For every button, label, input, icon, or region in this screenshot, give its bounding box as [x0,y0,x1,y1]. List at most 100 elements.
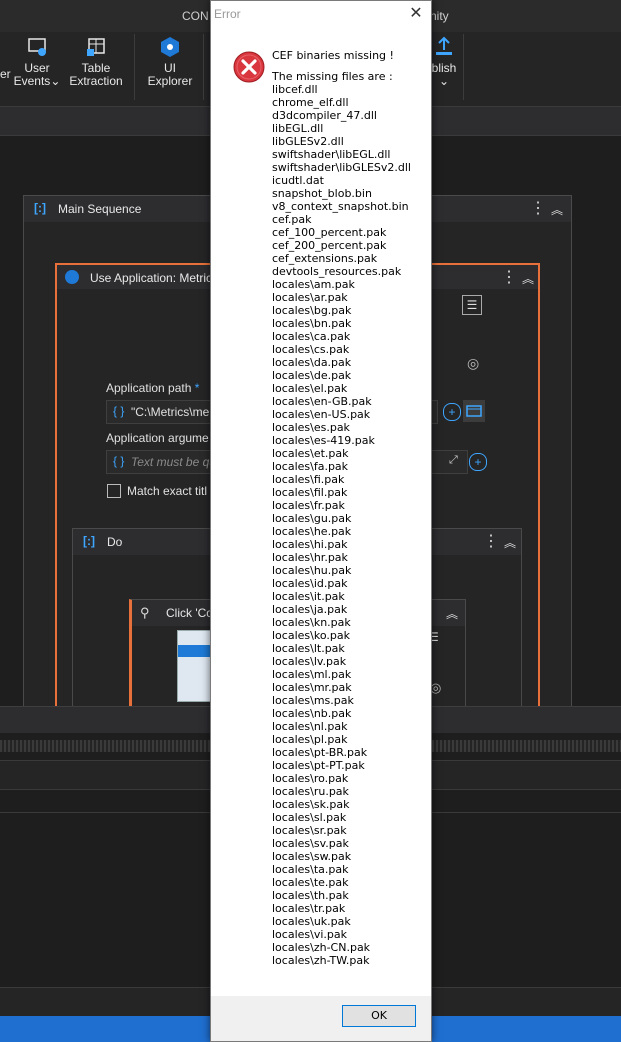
missing-file-item: locales\he.pak [272,525,352,538]
missing-file-item: locales\kn.pak [272,616,351,629]
click-icon: ⚲ [140,605,150,620]
missing-file-item: locales\zh-CN.pak [272,941,371,954]
missing-file-item: v8_context_snapshot.bin [272,200,409,213]
missing-file-item: locales\da.pak [272,356,352,369]
expand-icon[interactable]: ⤢ [449,454,458,467]
collapse-icon[interactable]: ︽ [446,605,458,622]
missing-file-item: locales\ta.pak [272,863,349,876]
missing-file-item: libEGL.dll [272,122,324,135]
browse-window-icon[interactable] [463,400,485,422]
expression-icon: { } [113,404,125,418]
dialog-footer: OK [211,996,431,1041]
close-icon[interactable]: ✕ [406,4,426,24]
missing-file-item: locales\nb.pak [272,707,352,720]
missing-file-item: locales\ja.pak [272,603,348,616]
ui-explorer-button[interactable]: UI Explorer [144,36,196,88]
missing-file-item: locales\sl.pak [272,811,347,824]
missing-file-item: locales\vi.pak [272,928,347,941]
menu-icon[interactable]: ☰ [462,295,482,315]
sequence-icon: [:] [83,534,95,548]
missing-file-item: locales\id.pak [272,577,348,590]
missing-file-item: cef_200_percent.pak [272,239,387,252]
user-events-label-2: Events [13,74,51,88]
match-exact-title-checkbox[interactable] [107,484,121,498]
ribbon-partial-button[interactable]: er [0,68,11,81]
missing-file-item: locales\en-GB.pak [272,395,372,408]
missing-file-item: swiftshader\libGLESv2.dll [272,161,411,174]
missing-file-item: locales\th.pak [272,889,349,902]
missing-file-item: locales\am.pak [272,278,355,291]
missing-file-item: locales\sr.pak [272,824,347,837]
missing-file-item: locales\bg.pak [272,304,352,317]
window-title-left: CON [182,9,209,23]
collapse-icon[interactable]: ︽ [551,201,563,218]
missing-file-item: locales\ca.pak [272,330,351,343]
missing-file-item: locales\zh-TW.pak [272,954,370,967]
missing-file-item: locales\es-419.pak [272,434,375,447]
missing-file-item: locales\en-US.pak [272,408,371,421]
ribbon-partial-label: er [0,67,11,81]
missing-file-item: locales\hr.pak [272,551,348,564]
more-options-icon[interactable]: ⋮ [483,531,499,551]
publish-button[interactable]: blish ⌄ [431,36,457,88]
missing-file-item: locales\sk.pak [272,798,350,811]
match-exact-title-label: Match exact titl [127,484,208,498]
ok-button[interactable]: OK [342,1005,416,1027]
user-events-button[interactable]: User Events⌄ [12,36,62,88]
collapse-icon[interactable]: ︽ [504,534,516,551]
more-options-icon[interactable]: ⋮ [530,198,546,218]
sequence-icon: [:] [34,201,46,215]
missing-file-item: locales\te.pak [272,876,349,889]
missing-file-item: locales\mr.pak [272,681,352,694]
missing-file-item: locales\nl.pak [272,720,348,733]
missing-file-item: locales\de.pak [272,369,352,382]
collapse-icon[interactable]: ︽ [522,270,534,287]
missing-file-item: locales\et.pak [272,447,349,460]
error-icon [233,51,265,83]
dialog-title: Error [214,7,241,21]
missing-file-item: locales\hu.pak [272,564,352,577]
missing-file-item: cef_100_percent.pak [272,226,387,239]
add-icon[interactable]: + [443,403,461,421]
table-extraction-label-2: Extraction [69,74,123,88]
missing-file-item: locales\fr.pak [272,499,345,512]
missing-file-item: locales\tr.pak [272,902,346,915]
missing-file-item: chrome_elf.dll [272,96,349,109]
application-arguments-label: Application argume [106,431,209,445]
more-options-icon[interactable]: ⋮ [501,267,517,287]
missing-file-item: icudtl.dat [272,174,324,187]
missing-file-item: locales\lt.pak [272,642,345,655]
missing-file-item: locales\fil.pak [272,486,348,499]
missing-file-item: locales\hi.pak [272,538,348,551]
application-path-label: Application path * [106,381,200,395]
table-extraction-button[interactable]: Table Extraction [66,36,126,88]
missing-file-item: cef_extensions.pak [272,252,378,265]
missing-file-item: locales\sv.pak [272,837,349,850]
missing-file-item: locales\pt-BR.pak [272,746,368,759]
ui-explorer-label-2: Explorer [147,74,193,88]
table-extraction-icon [85,36,107,58]
main-sequence-title: Main Sequence [58,202,142,216]
missing-file-item: locales\sw.pak [272,850,352,863]
chevron-down-icon: ⌄ [438,74,450,88]
target-icon[interactable]: ◎ [467,355,479,372]
error-dialog: Error ✕ CEF binaries missing ! The missi… [210,0,432,1042]
ui-explorer-icon [159,36,181,58]
user-events-icon [26,36,48,58]
publish-icon [433,36,455,58]
missing-file-item: locales\pl.pak [272,733,348,746]
missing-file-item: libcef.dll [272,83,318,96]
add-icon[interactable]: + [469,453,487,471]
missing-file-item: locales\es.pak [272,421,350,434]
missing-file-item: locales\ar.pak [272,291,348,304]
missing-file-item: snapshot_blob.bin [272,187,372,200]
missing-file-item: locales\pt-PT.pak [272,759,365,772]
missing-file-item: locales\fi.pak [272,473,345,486]
missing-file-item: d3dcompiler_47.dll [272,109,377,122]
application-arguments-placeholder: Text must be qu [131,455,216,469]
missing-file-item: swiftshader\libEGL.dll [272,148,391,161]
missing-file-item: locales\bn.pak [272,317,352,330]
missing-file-item: locales\ko.pak [272,629,350,642]
missing-file-item: locales\ml.pak [272,668,352,681]
missing-file-item: locales\ms.pak [272,694,354,707]
